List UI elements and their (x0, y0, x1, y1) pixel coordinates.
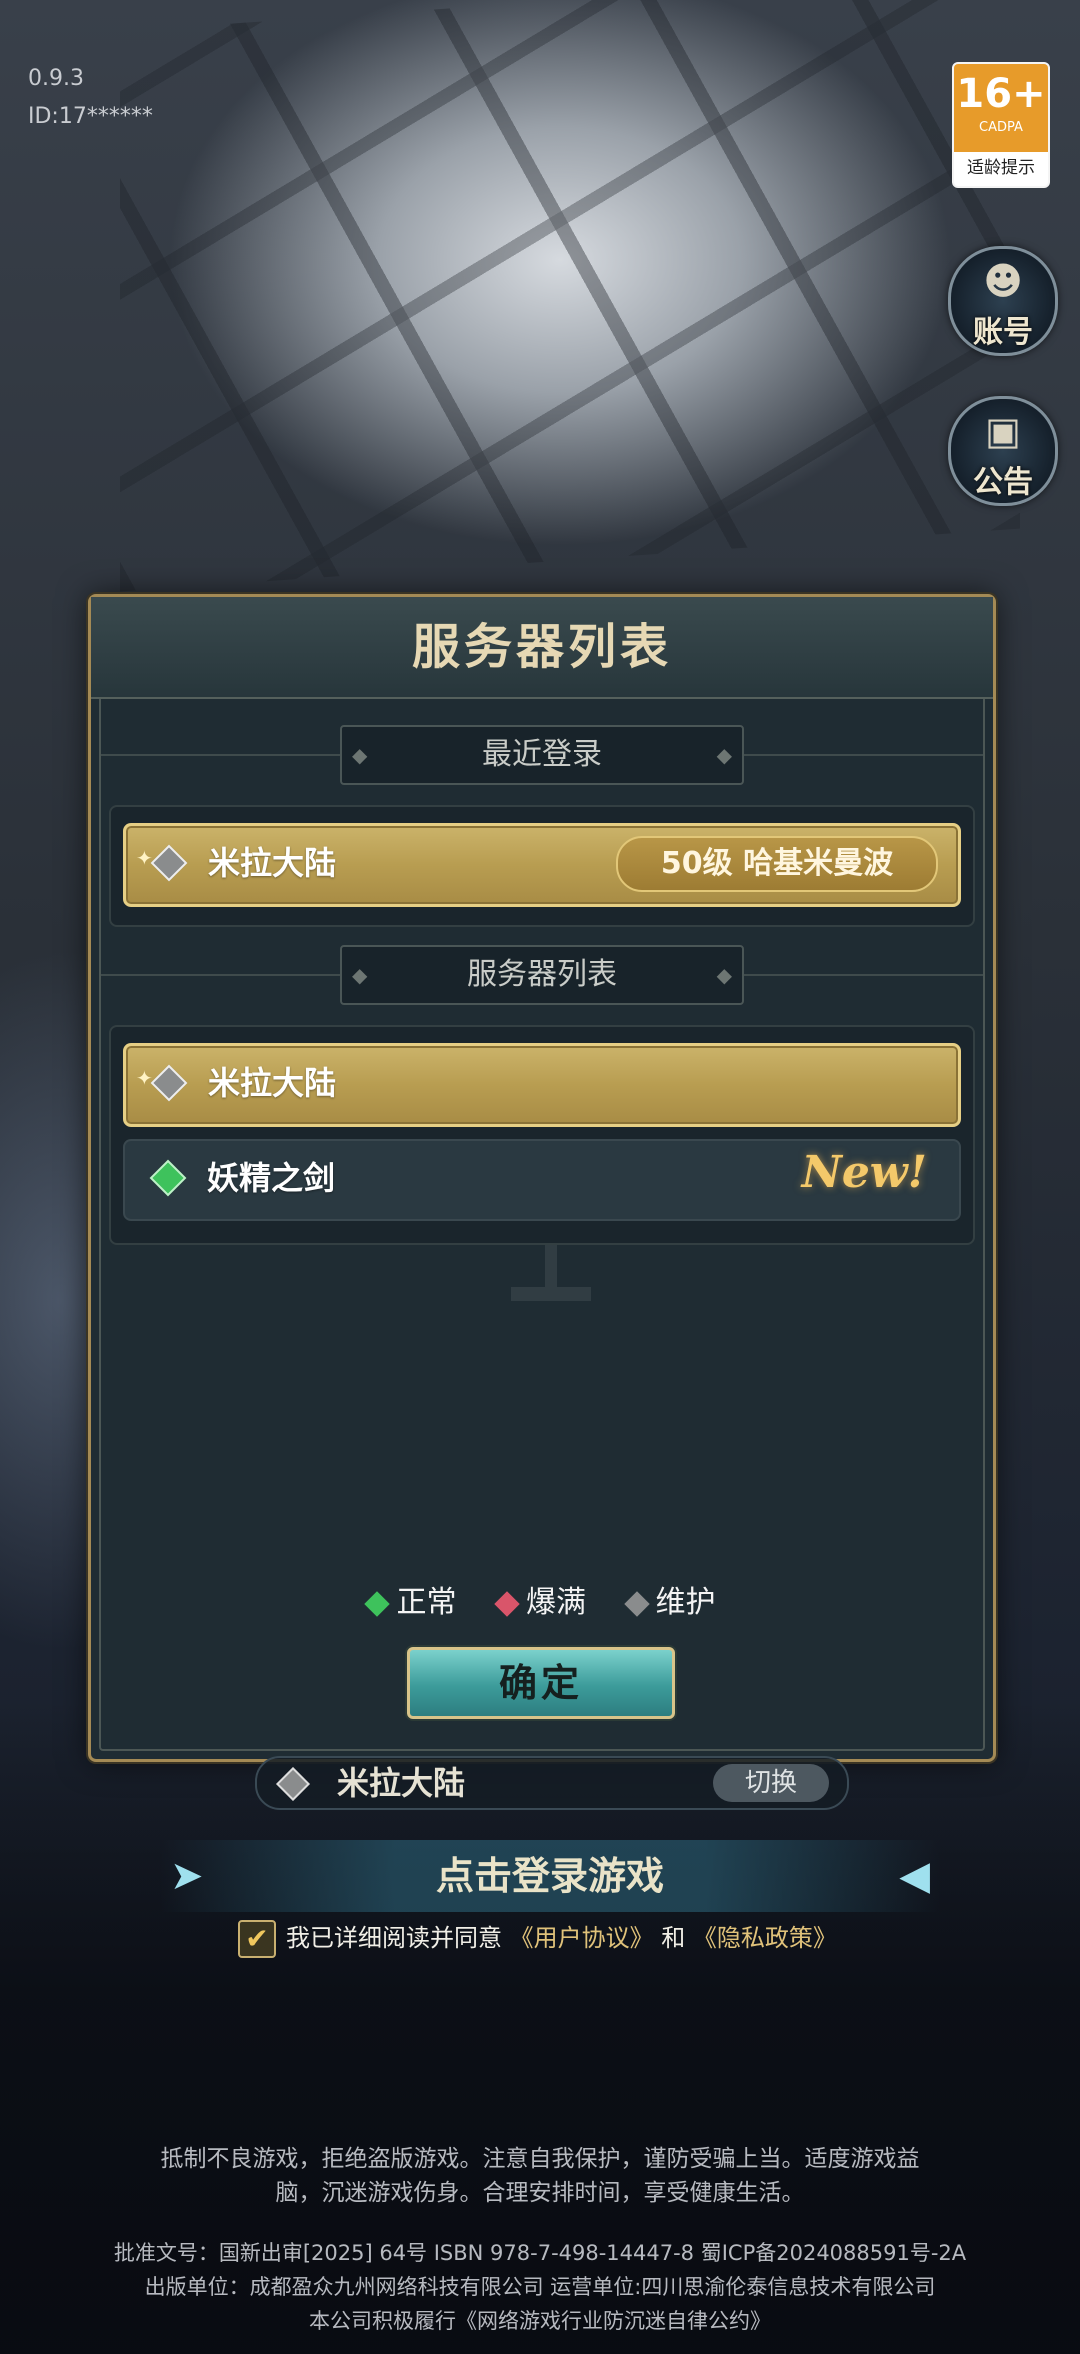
account-label: 账号 (973, 315, 1033, 350)
user-id-text: ID:17****** (28, 104, 153, 129)
age-rating-org: CADPA (979, 120, 1023, 135)
server-name: 米拉大陆 (208, 1064, 337, 1102)
recent-character: 50级 哈基米曼波 (616, 836, 938, 892)
sparkle-icon: ✦ (136, 846, 153, 870)
recent-header-label: 最近登录 (340, 725, 744, 785)
notice-button[interactable]: ▣ 公告 (948, 396, 1058, 506)
version-info: 0.9.3 ID:17****** (28, 60, 153, 136)
red-diamond-icon (494, 1590, 520, 1617)
agreement-and: 和 (661, 1924, 686, 1952)
notice-label: 公告 (973, 465, 1033, 500)
legend-maintenance: 维护 (623, 1577, 716, 1621)
age-rating-badge[interactable]: 16+ CADPA 适龄提示 (952, 62, 1050, 188)
status-legend: 正常 爆满 维护 (91, 1577, 993, 1621)
list-section-header: 服务器列表 (101, 945, 983, 1005)
privacy-policy-link[interactable]: 《隐私政策》 (693, 1924, 837, 1952)
status-normal-icon (149, 1159, 187, 1197)
server-list-dialog: 服务器列表 最近登录 ✦ 米拉大陆 50级 哈基米曼波 服务器列表 ✦ 米拉大陆… (88, 594, 996, 1762)
recent-group: ✦ 米拉大陆 50级 哈基米曼波 (109, 805, 975, 927)
sparkle-icon: ✦ (136, 1066, 153, 1090)
agreement-prefix: 我已详细阅读并同意 (286, 1924, 502, 1952)
current-server-name: 米拉大陆 (337, 1764, 466, 1802)
status-maintenance-icon (150, 844, 188, 882)
legend-normal: 正常 (364, 1577, 456, 1621)
arrow-left-icon: ◀ (899, 1853, 930, 1899)
green-diamond-icon (364, 1590, 391, 1617)
megaphone-icon: ▣ (985, 409, 1021, 453)
server-name: 妖精之剑 (207, 1159, 336, 1197)
login-game-button[interactable]: ➤ 点击登录游戏 ◀ (160, 1840, 940, 1912)
list-header-label: 服务器列表 (340, 945, 744, 1005)
new-badge: New! (801, 1147, 927, 1198)
person-icon: ☻ (983, 259, 1023, 303)
server-row-milan[interactable]: ✦ 米拉大陆 (123, 1043, 961, 1127)
health-notice: 抵制不良游戏，拒绝盗版游戏。注意自我保护，谨防受骗上当。适度游戏益 脑，沉迷游戏… (160, 2146, 920, 2206)
confirm-button[interactable]: 确定 (407, 1647, 675, 1719)
status-maintenance-icon (276, 1767, 310, 1801)
user-agreement-link[interactable]: 《用户协议》 (510, 1924, 654, 1952)
account-button[interactable]: ☻ 账号 (948, 246, 1058, 356)
publishing-info: 批准文号：国新出审[2025] 64号 ISBN 978-7-498-14447… (113, 2241, 967, 2333)
age-rating-number: 16+ (956, 71, 1046, 117)
roof-lattice (120, 0, 1020, 592)
current-server-bar[interactable]: 米拉大陆 切换 (255, 1756, 849, 1810)
dialog-title: 服务器列表 (91, 597, 993, 699)
login-label: 点击登录游戏 (435, 1854, 664, 1898)
agreement-checkbox[interactable]: ✔ (238, 1920, 276, 1958)
grey-diamond-icon (623, 1590, 650, 1617)
age-rating-label: 适龄提示 (967, 158, 1035, 178)
arrow-right-icon: ➤ (170, 1853, 204, 1899)
recent-section-header: 最近登录 (101, 725, 983, 785)
recent-server-row[interactable]: ✦ 米拉大陆 50级 哈基米曼波 (123, 823, 961, 907)
recent-server-name: 米拉大陆 (208, 844, 337, 882)
status-maintenance-icon (150, 1064, 188, 1102)
server-list-group: ✦ 米拉大陆 妖精之剑 New! (109, 1025, 975, 1245)
legend-full: 爆满 (494, 1577, 586, 1621)
server-row-fairy-sword[interactable]: 妖精之剑 New! (123, 1139, 961, 1221)
switch-server-button[interactable]: 切换 (713, 1764, 829, 1802)
version-text: 0.9.3 (28, 66, 84, 91)
agreement-row: ✔ 我已详细阅读并同意 《用户协议》 和 《隐私政策》 (238, 1916, 837, 1960)
